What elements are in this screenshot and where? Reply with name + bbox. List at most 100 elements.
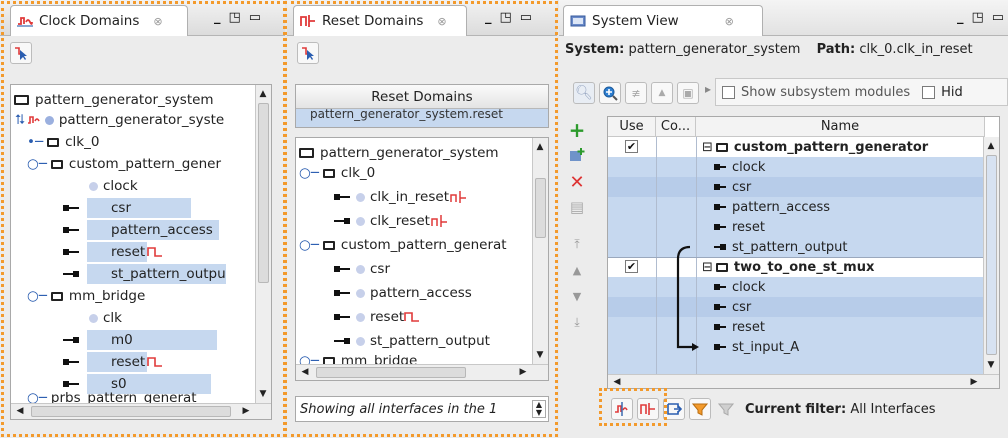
scroll-left-icon[interactable]: ◀ xyxy=(13,404,27,418)
minimize-icon[interactable]: _ xyxy=(214,10,221,25)
clock-filter-button[interactable] xyxy=(611,398,633,420)
tree-row[interactable]: reset xyxy=(334,306,532,328)
tree-row[interactable]: pattern_access xyxy=(334,282,532,304)
tree-row[interactable]: reset xyxy=(63,351,255,373)
filter-button[interactable] xyxy=(689,398,711,420)
show-subsystem-checkbox[interactable] xyxy=(722,85,735,99)
tree-row[interactable]: ○─ mm_bridge xyxy=(27,285,255,307)
table-row[interactable]: st_pattern_output xyxy=(714,237,983,257)
horizontal-scrollbar[interactable]: ◀ ▶ xyxy=(11,403,271,419)
scroll-down-icon[interactable]: ▼ xyxy=(256,387,270,401)
tab-system-view[interactable]: System View ⊗ xyxy=(563,5,763,36)
system-contents-table[interactable]: Use Co... Name ✔ ✔ ⊟ custom_pattern_gener… xyxy=(607,116,1000,389)
scroll-left-icon[interactable]: ◀ xyxy=(298,365,312,379)
add-button[interactable]: + xyxy=(567,118,587,142)
add-module-button[interactable] xyxy=(567,145,587,165)
tree-row[interactable]: csr xyxy=(63,197,255,219)
move-bottom-button[interactable]: ⤓ xyxy=(567,312,587,332)
scroll-down-icon[interactable]: ▼ xyxy=(533,348,547,362)
detach-icon[interactable]: ◳ xyxy=(972,10,984,25)
move-up-toolbar-button[interactable]: ▲ xyxy=(651,82,673,104)
column-header-connections[interactable]: Co... xyxy=(656,117,696,137)
table-row[interactable]: ⊟ custom_pattern_generator xyxy=(702,137,983,157)
tree-row[interactable]: clock xyxy=(89,175,255,197)
table-row[interactable]: ⊟ two_to_one_st_mux xyxy=(702,257,983,277)
move-up-button[interactable]: ▲ xyxy=(567,260,587,280)
tree-row[interactable]: reset xyxy=(63,241,255,263)
scroll-right-icon[interactable]: ▶ xyxy=(516,365,530,379)
maximize-icon[interactable]: ▭ xyxy=(992,10,1004,25)
tree-row[interactable]: pattern_generator_system xyxy=(14,89,255,111)
use-checkbox[interactable]: ✔ xyxy=(625,260,638,273)
vertical-scrollbar[interactable]: ▲ ▼ xyxy=(532,138,548,364)
scroll-up-icon[interactable]: ▲ xyxy=(533,140,547,154)
reset-domains-header-button[interactable]: Reset Domains xyxy=(296,85,548,109)
clear-filter-button[interactable] xyxy=(715,398,737,420)
filter-toggle-button[interactable] xyxy=(10,42,32,64)
tree-row[interactable]: pattern_generator_system xyxy=(299,142,532,164)
tree-row[interactable]: ○─ custom_pattern_generat xyxy=(299,234,532,256)
remove-button[interactable]: ✕ xyxy=(567,172,587,193)
close-icon[interactable]: ⊗ xyxy=(153,15,162,28)
tree-row[interactable]: pattern_access xyxy=(63,219,255,241)
table-row[interactable]: pattern_access xyxy=(714,197,983,217)
spinner-icon[interactable]: ▲ ▼ xyxy=(532,400,546,418)
table-row[interactable]: reset xyxy=(714,217,983,237)
module-button[interactable]: ▣ xyxy=(677,82,699,104)
table-row[interactable]: csr xyxy=(714,177,983,197)
tree-row[interactable]: clk_in_reset xyxy=(334,186,532,208)
table-row[interactable]: reset xyxy=(714,317,983,337)
vertical-scrollbar[interactable]: ▲ ▼ xyxy=(983,137,999,374)
minimize-icon[interactable]: _ xyxy=(957,10,964,25)
use-checkbox[interactable]: ✔ xyxy=(625,140,638,153)
tree-row[interactable]: ○─ clk_0 xyxy=(299,162,532,184)
scroll-down-icon[interactable]: ▼ xyxy=(984,358,998,372)
minimize-icon[interactable]: _ xyxy=(485,10,492,25)
tab-clock-domains[interactable]: Clock Domains ⊗ xyxy=(10,5,188,36)
reset-domain-list[interactable]: Reset Domains pattern_generator_system.r… xyxy=(295,84,549,128)
column-header-name[interactable]: Name xyxy=(696,117,985,137)
filter-toggle-button[interactable] xyxy=(297,42,319,64)
scroll-up-icon[interactable]: ▲ xyxy=(984,139,998,153)
clock-domain-tree[interactable]: pattern_generator_system ⮁ pattern_genera… xyxy=(10,84,272,420)
tree-row[interactable]: clk_reset xyxy=(334,210,532,232)
scroll-right-icon[interactable]: ▶ xyxy=(967,375,981,388)
maximize-icon[interactable]: ▭ xyxy=(520,10,532,25)
maximize-icon[interactable]: ▭ xyxy=(249,10,261,25)
edit-button[interactable]: ▤ xyxy=(567,197,587,217)
status-field[interactable]: Showing all interfaces in the 1 ▲ ▼ xyxy=(295,396,549,422)
table-row[interactable]: csr xyxy=(714,297,983,317)
tree-row[interactable]: st_pattern_outpu xyxy=(63,263,255,285)
scroll-right-icon[interactable]: ▶ xyxy=(239,404,253,418)
reset-domain-tree[interactable]: pattern_generator_system ○─ clk_0 clk_in_… xyxy=(295,137,549,381)
scroll-left-icon[interactable]: ◀ xyxy=(610,375,624,388)
horizontal-scrollbar[interactable]: ◀ ▶ xyxy=(608,374,999,388)
tree-row[interactable]: m0 xyxy=(63,329,255,351)
horizontal-scrollbar[interactable]: ◀ ▶ xyxy=(296,364,548,380)
tree-row[interactable]: st_pattern_output xyxy=(334,330,532,352)
tree-row[interactable]: •─ clk_0 xyxy=(27,131,255,153)
reset-filter-button[interactable] xyxy=(637,398,659,420)
detach-icon[interactable]: ◳ xyxy=(229,10,241,25)
close-icon[interactable]: ⊗ xyxy=(725,15,734,28)
table-row[interactable]: clock xyxy=(714,277,983,297)
close-icon[interactable]: ⊗ xyxy=(437,15,446,28)
column-header-use[interactable]: Use xyxy=(608,117,656,137)
selected-reset-domain[interactable]: pattern_generator_system.reset xyxy=(296,109,548,127)
scroll-up-icon[interactable]: ▲ xyxy=(256,87,270,101)
hide-checkbox[interactable] xyxy=(922,85,936,99)
table-row[interactable]: clock xyxy=(714,157,983,177)
remove-connection-button[interactable]: ≢ xyxy=(625,82,647,104)
move-down-button[interactable]: ▼ xyxy=(567,286,587,306)
tree-row[interactable]: csr xyxy=(334,258,532,280)
tree-row[interactable]: ⮁ pattern_generator_syste xyxy=(14,109,255,131)
zoom-in-button[interactable] xyxy=(599,82,621,104)
export-button[interactable] xyxy=(663,398,685,420)
table-row[interactable]: st_input_A xyxy=(714,337,983,357)
tab-reset-domains[interactable]: Reset Domains ⊗ xyxy=(293,5,467,36)
tree-row[interactable]: clk xyxy=(89,307,255,329)
move-top-button[interactable]: ⤒ xyxy=(567,234,587,254)
zoom-out-button[interactable]: 🔍︎ xyxy=(573,82,595,104)
vertical-scrollbar[interactable]: ▲ ▼ xyxy=(255,85,271,403)
detach-icon[interactable]: ◳ xyxy=(500,10,512,25)
